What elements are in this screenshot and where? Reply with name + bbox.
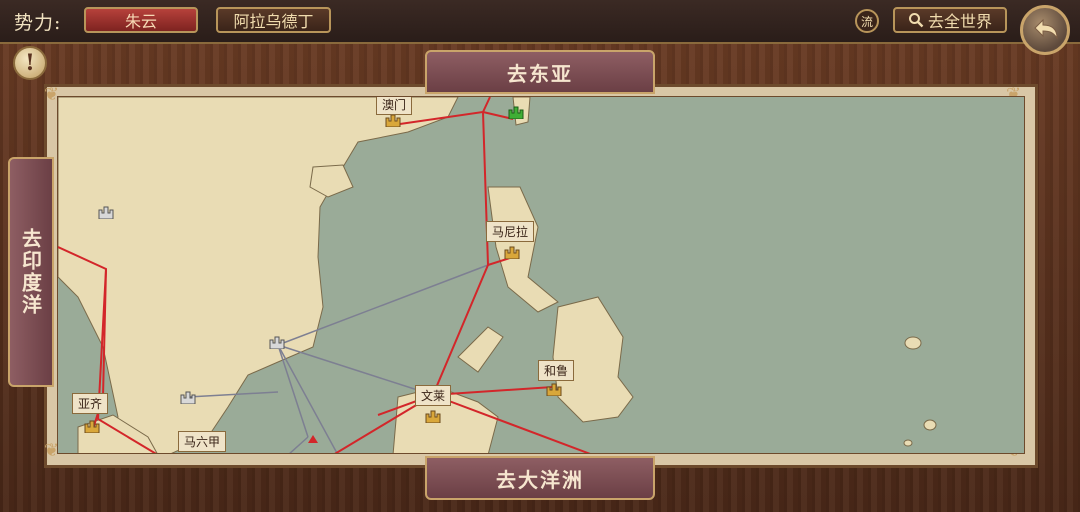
- go-indian-ocean-tab[interactable]: 去印度洋: [8, 157, 54, 387]
- castle-icon[interactable]: [508, 105, 524, 119]
- alert-button[interactable]: !: [13, 46, 47, 80]
- go-east-asia-tab[interactable]: 去东亚: [425, 50, 655, 94]
- castle-icon[interactable]: [98, 205, 114, 219]
- castle-icon[interactable]: [546, 382, 562, 396]
- castle-icon[interactable]: [385, 113, 401, 127]
- leader-name-button[interactable]: 阿拉乌德丁: [216, 7, 331, 33]
- castle-icon[interactable]: [180, 390, 196, 404]
- castle-icon[interactable]: [84, 419, 100, 433]
- castle-icon[interactable]: [269, 335, 285, 349]
- city-label[interactable]: 和鲁: [538, 360, 575, 381]
- city-label[interactable]: 马六甲: [178, 431, 227, 452]
- go-world-button[interactable]: 去全世界: [893, 7, 1007, 33]
- go-oceania-tab[interactable]: 去大洋洲: [425, 456, 655, 500]
- city-label[interactable]: 澳门: [376, 97, 413, 115]
- castle-icon[interactable]: [504, 245, 520, 259]
- search-icon: [908, 13, 924, 28]
- sea-map[interactable]: 澳门 马尼拉 和鲁 文莱 亚齐 马六甲: [57, 96, 1025, 454]
- castle-icon[interactable]: [425, 409, 441, 423]
- faction-name-button[interactable]: 朱云: [84, 7, 198, 33]
- flow-button[interactable]: 流: [855, 9, 879, 33]
- city-label[interactable]: 文莱: [415, 385, 452, 406]
- exclamation-icon: !: [25, 50, 35, 76]
- top-bar: 势力: 朱云 阿拉乌德丁 流 去全世界: [0, 0, 1080, 44]
- ship-icon[interactable]: [306, 433, 320, 447]
- back-arrow-icon: [1034, 18, 1058, 40]
- go-world-label: 去全世界: [927, 12, 992, 31]
- go-indian-ocean-label: 去印度洋: [18, 228, 43, 316]
- back-button[interactable]: [1020, 5, 1070, 55]
- route-network: [58, 97, 591, 453]
- faction-label: 势力:: [14, 12, 62, 34]
- city-label[interactable]: 亚齐: [72, 393, 109, 414]
- city-label[interactable]: 马尼拉: [486, 221, 535, 242]
